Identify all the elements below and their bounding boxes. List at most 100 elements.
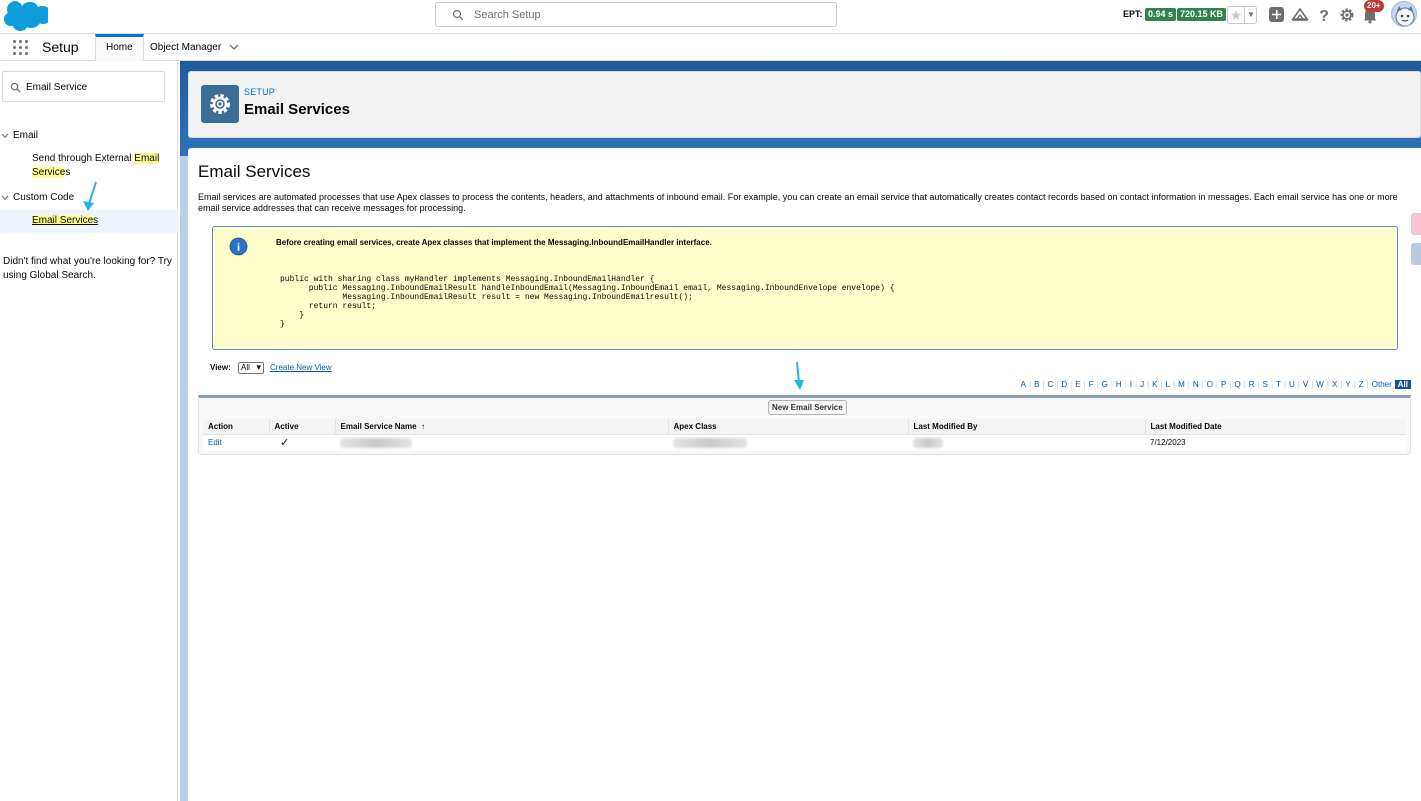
alpha-filter: A | B | C | D | E | F | G | H | I | J | K | L | M | N | O | P | Q | R | S | T |… bbox=[1018, 380, 1411, 389]
alpha-filter-y[interactable]: Y bbox=[1342, 380, 1353, 389]
alpha-filter-p[interactable]: P bbox=[1218, 380, 1229, 389]
sidebar-item-email-services[interactable]: Email Services bbox=[0, 210, 178, 233]
view-select[interactable]: All bbox=[238, 362, 264, 374]
alpha-filter-other[interactable]: Other bbox=[1369, 380, 1395, 389]
tree-node-label: Custom Code bbox=[13, 192, 75, 203]
side-tab-pink[interactable] bbox=[1411, 213, 1421, 235]
info-heading: Before creating email services, create A… bbox=[276, 238, 712, 247]
alpha-filter-w[interactable]: W bbox=[1313, 380, 1327, 389]
notification-count-badge: 20+ bbox=[1364, 0, 1384, 12]
alpha-filter-v[interactable]: V bbox=[1300, 380, 1311, 389]
alpha-filter-h[interactable]: H bbox=[1113, 380, 1125, 389]
info-message: i Before creating email services, create… bbox=[212, 226, 1398, 350]
page-title: Email Services bbox=[244, 101, 350, 118]
chevron-down-icon bbox=[1, 133, 9, 139]
salesforce-logo[interactable] bbox=[4, 1, 48, 31]
alpha-filter-all[interactable]: All bbox=[1394, 380, 1411, 389]
edit-link[interactable]: Edit bbox=[208, 438, 222, 447]
column-header-action: Action bbox=[203, 419, 269, 435]
chevron-down-icon bbox=[1, 195, 9, 201]
alpha-filter-l[interactable]: L bbox=[1163, 380, 1173, 389]
chevron-down-icon[interactable] bbox=[229, 44, 239, 51]
modified-date-cell: 7/12/2023 bbox=[1145, 434, 1406, 451]
not-found-text: Didn't find what you're looking for? Try… bbox=[3, 256, 172, 281]
code-sample: public with sharing class myHandler impl… bbox=[280, 275, 895, 329]
tree-node-label: Email bbox=[13, 130, 39, 141]
gear-icon bbox=[210, 94, 230, 114]
side-tab-blue[interactable] bbox=[1411, 243, 1421, 265]
column-header-name[interactable]: Email Service Name ↑ bbox=[334, 419, 668, 435]
setup-gear-icon[interactable] bbox=[1338, 6, 1356, 24]
sidebar-item-send-through-external-email-services[interactable]: Send through External Email Services bbox=[32, 152, 172, 180]
setup-search-input[interactable] bbox=[474, 6, 814, 24]
context-bar: Setup Home Object Manager bbox=[0, 34, 1421, 61]
quick-find[interactable] bbox=[2, 71, 165, 102]
app-launcher-icon[interactable] bbox=[13, 40, 29, 56]
alpha-filter-r[interactable]: R bbox=[1246, 380, 1258, 389]
ept-time-badge: 0.94 s bbox=[1145, 8, 1177, 21]
alpha-filter-b[interactable]: B bbox=[1031, 380, 1042, 389]
help-icon[interactable]: ? bbox=[1315, 6, 1333, 24]
content-title: Email Services bbox=[198, 162, 311, 181]
item-label-part: s bbox=[65, 167, 71, 178]
alpha-filter-q[interactable]: Q bbox=[1231, 380, 1243, 389]
email-service-name-cell[interactable] bbox=[335, 434, 668, 451]
main-edge bbox=[180, 156, 188, 801]
alpha-filter-x[interactable]: X bbox=[1329, 380, 1340, 389]
column-header-label: Email Service Name bbox=[340, 421, 417, 431]
search-icon bbox=[10, 82, 21, 93]
content-description: Email services are automated processes t… bbox=[198, 192, 1398, 213]
alpha-filter-z[interactable]: Z bbox=[1356, 380, 1367, 389]
tab-object-manager[interactable]: Object Manager bbox=[140, 34, 231, 61]
global-create-icon[interactable] bbox=[1268, 6, 1286, 24]
redacted-value bbox=[913, 437, 943, 448]
favorites-dropdown-icon[interactable]: ▼ bbox=[1244, 7, 1257, 23]
alpha-filter-g[interactable]: G bbox=[1099, 380, 1111, 389]
page-header: SETUP Email Services bbox=[188, 71, 1421, 138]
sort-ascending-icon: ↑ bbox=[421, 421, 425, 431]
alpha-filter-j[interactable]: J bbox=[1137, 380, 1147, 389]
redacted-value bbox=[340, 437, 412, 448]
setup-search[interactable] bbox=[435, 2, 837, 27]
annotation-arrow-icon bbox=[794, 361, 804, 390]
alpha-filter-i[interactable]: I bbox=[1127, 380, 1135, 389]
item-label-highlight: Email Service bbox=[32, 215, 94, 226]
alpha-filter-k[interactable]: K bbox=[1149, 380, 1160, 389]
apex-class-cell[interactable] bbox=[668, 434, 908, 451]
alpha-filter-s[interactable]: S bbox=[1260, 380, 1271, 389]
item-label-part: Send through External bbox=[32, 153, 135, 164]
item-label-highlight: Service bbox=[32, 167, 66, 178]
table-row: Edit ✓ 7/12/2023 bbox=[203, 434, 1406, 451]
tab-home[interactable]: Home bbox=[95, 34, 144, 61]
alpha-filter-u[interactable]: U bbox=[1286, 380, 1298, 389]
column-header-apex-class: Apex Class bbox=[667, 419, 908, 435]
alpha-filter-f[interactable]: F bbox=[1086, 380, 1097, 389]
trailhead-icon[interactable] bbox=[1291, 6, 1309, 24]
app-name: Setup bbox=[42, 39, 79, 55]
alpha-filter-n[interactable]: N bbox=[1190, 380, 1202, 389]
column-header-active: Active bbox=[268, 419, 335, 435]
user-avatar[interactable] bbox=[1391, 1, 1417, 27]
alpha-filter-e[interactable]: E bbox=[1072, 380, 1083, 389]
alpha-filter-c[interactable]: C bbox=[1044, 380, 1056, 389]
star-icon[interactable]: ★ bbox=[1228, 7, 1244, 23]
quick-find-input[interactable] bbox=[26, 79, 160, 95]
view-label: View: bbox=[210, 363, 231, 372]
alpha-filter-a[interactable]: A bbox=[1018, 380, 1029, 389]
alpha-filter-o[interactable]: O bbox=[1204, 380, 1216, 389]
email-services-table: Action Active Email Service Name ↑ Apex … bbox=[203, 419, 1406, 451]
svg-text:i: i bbox=[237, 242, 240, 254]
astro-avatar-icon bbox=[1395, 6, 1415, 26]
new-email-service-button[interactable]: New Email Service bbox=[768, 400, 847, 415]
page-kicker: SETUP bbox=[244, 87, 276, 97]
create-new-view-link[interactable]: Create New View bbox=[270, 363, 332, 372]
column-header-last-modified-by: Last Modified By bbox=[907, 419, 1145, 435]
alpha-filter-t[interactable]: T bbox=[1273, 380, 1284, 389]
alpha-filter-d[interactable]: D bbox=[1058, 380, 1070, 389]
favorites-group: ★ ▼ bbox=[1227, 6, 1257, 24]
global-header: EPT: 0.94 s 720.15 KB ★ ▼ ? 20+ bbox=[0, 0, 1421, 34]
alpha-filter-m[interactable]: M bbox=[1175, 380, 1188, 389]
list-block: New Email Service Action Active Email Se… bbox=[198, 395, 1411, 455]
modified-by-cell[interactable] bbox=[908, 434, 1145, 451]
page-icon bbox=[201, 85, 239, 123]
